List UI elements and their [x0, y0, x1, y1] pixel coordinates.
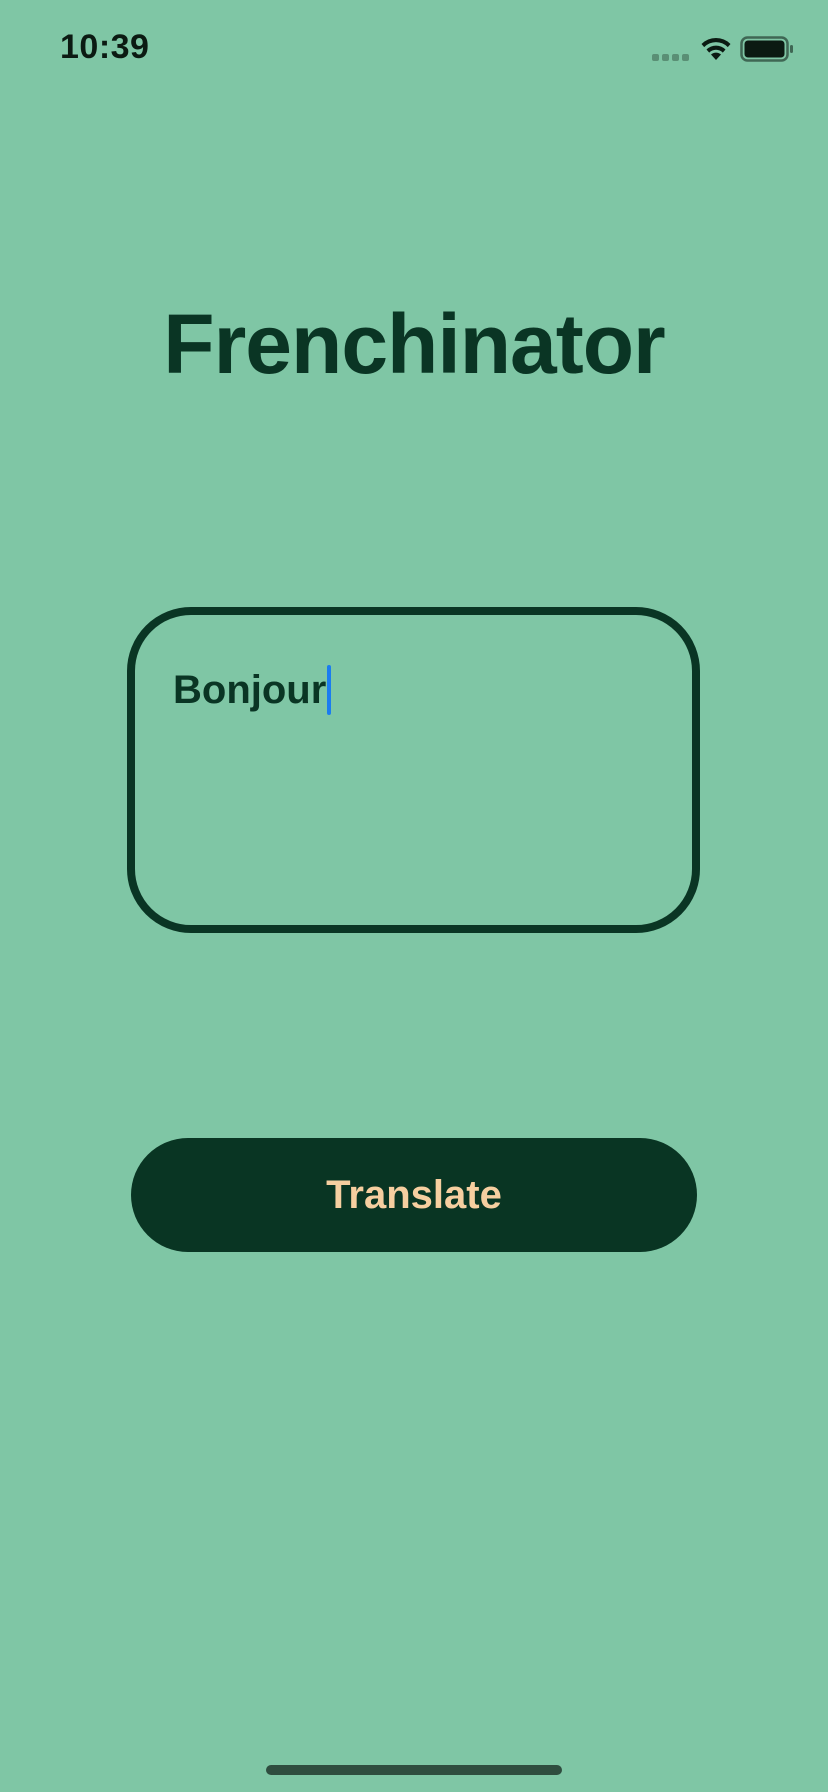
- app-title: Frenchinator: [163, 297, 665, 391]
- cellular-signal-icon: [652, 54, 692, 62]
- translate-button[interactable]: Translate: [131, 1138, 697, 1252]
- input-content: Bonjour: [173, 665, 332, 715]
- home-indicator[interactable]: [266, 1765, 562, 1775]
- app-screen: 10:39 Frenchinator Bonjour Translate: [0, 0, 828, 1792]
- status-time: 10:39: [60, 28, 150, 66]
- text-cursor: [327, 665, 332, 715]
- wifi-icon: [701, 37, 731, 60]
- translate-button-label: Translate: [326, 1172, 502, 1217]
- battery-icon: [740, 36, 793, 62]
- text-input-field[interactable]: Bonjour: [127, 607, 700, 933]
- status-bar: 10:39: [0, 0, 828, 100]
- input-text: Bonjour: [173, 668, 327, 712]
